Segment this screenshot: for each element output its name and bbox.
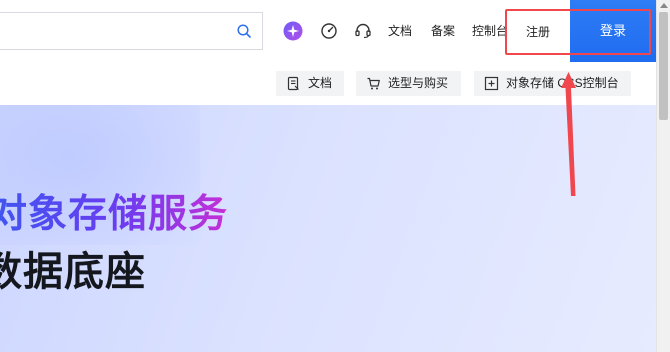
shopping-cart-icon: [367, 77, 380, 90]
nav-filing-link[interactable]: 备案: [431, 23, 455, 39]
search-icon[interactable]: [236, 23, 252, 39]
hero-banner: 对象存储服务 数据底座: [0, 105, 656, 352]
subnav-oss-console-label: 对象存储 OSS控制台: [506, 76, 619, 90]
product-subnav: 文档 选型与购买 对象存储 OSS控制台: [0, 63, 656, 105]
speed-dashboard-icon[interactable]: [319, 21, 339, 41]
nav-console-link[interactable]: 控制台: [472, 23, 508, 39]
login-button[interactable]: 登录: [570, 0, 656, 62]
subnav-select-buy-label: 选型与购买: [388, 76, 449, 90]
register-link[interactable]: 注册: [508, 12, 568, 52]
top-navigation-bar: 文档 备案 控制台 注册: [0, 0, 656, 64]
document-icon: [287, 76, 299, 91]
console-window-icon: [484, 76, 499, 91]
search-input[interactable]: [0, 12, 263, 50]
scroll-up-arrow-icon[interactable]: [660, 3, 668, 8]
subnav-oss-console-button[interactable]: 对象存储 OSS控制台: [474, 71, 631, 96]
subnav-docs-label: 文档: [308, 76, 333, 90]
subnav-docs-button[interactable]: 文档: [276, 71, 344, 96]
scrollbar-thumb[interactable]: [659, 12, 668, 120]
subnav-select-buy-button[interactable]: 选型与购买: [356, 71, 461, 96]
ai-assistant-icon[interactable]: [283, 21, 303, 41]
vertical-scrollbar[interactable]: [656, 0, 670, 352]
hero-title-line1: 对象存储服务: [0, 183, 228, 239]
customer-service-headset-icon[interactable]: [353, 21, 373, 41]
hero-title-line2: 数据底座: [0, 250, 146, 294]
nav-docs-link[interactable]: 文档: [388, 23, 412, 39]
